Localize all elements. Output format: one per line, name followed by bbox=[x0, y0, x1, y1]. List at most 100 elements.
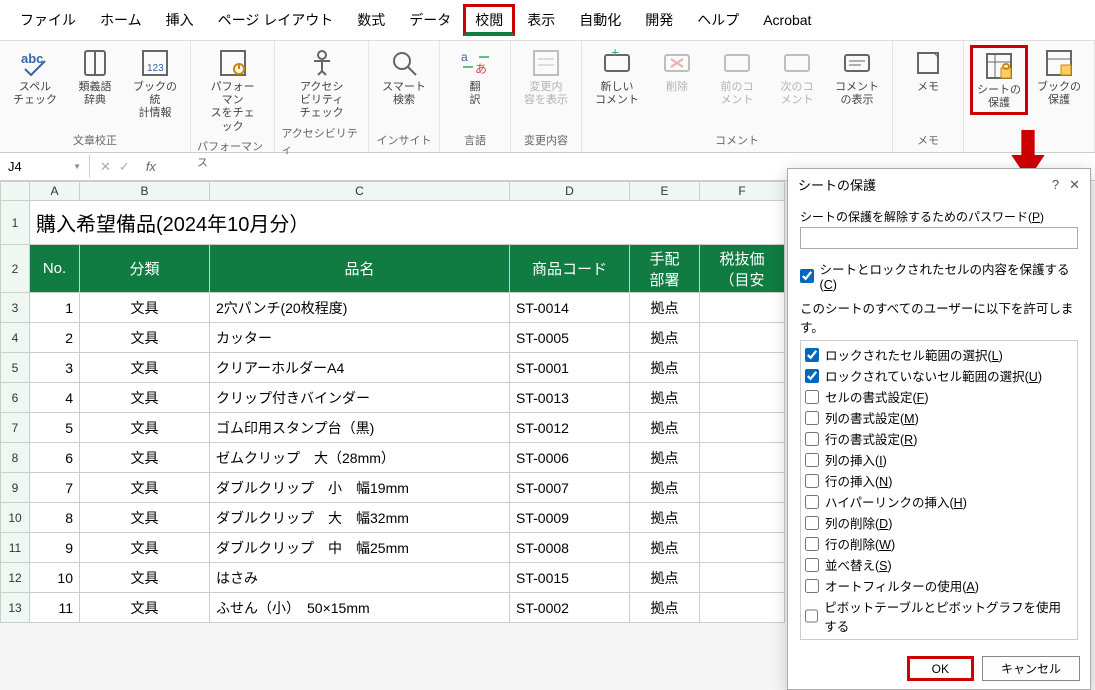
cell[interactable]: ST-0006 bbox=[510, 443, 630, 473]
row-header-2[interactable]: 2 bbox=[0, 245, 30, 293]
perm-checkbox[interactable] bbox=[805, 453, 819, 467]
cell[interactable] bbox=[700, 563, 785, 593]
row-header-13[interactable]: 13 bbox=[0, 593, 30, 623]
cell[interactable]: 文具 bbox=[80, 503, 210, 533]
perm-row[interactable]: 列の削除(D) bbox=[805, 513, 1073, 532]
cell[interactable]: 文具 bbox=[80, 353, 210, 383]
perm-checkbox[interactable] bbox=[805, 474, 819, 488]
ribbon-btn-memo[interactable]: メモ bbox=[899, 45, 957, 96]
table-header[interactable]: No. bbox=[30, 245, 80, 293]
cell[interactable]: 8 bbox=[30, 503, 80, 533]
perm-row[interactable]: ピボットテーブルとピボットグラフを使用する bbox=[805, 597, 1073, 635]
protect-contents-checkbox-row[interactable]: シートとロックされたセルの内容を保護する(C) bbox=[800, 259, 1078, 292]
dialog-close-icon[interactable]: ✕ bbox=[1069, 177, 1080, 193]
perm-row[interactable]: オートフィルターの使用(A) bbox=[805, 576, 1073, 595]
menu-データ[interactable]: データ bbox=[397, 4, 463, 36]
protect-contents-checkbox[interactable] bbox=[800, 269, 814, 283]
sheet-title-cell[interactable]: 購入希望備品(2024年10月分） bbox=[30, 201, 785, 245]
cell[interactable]: 10 bbox=[30, 563, 80, 593]
cell[interactable]: ゼムクリップ 大（28mm） bbox=[210, 443, 510, 473]
ribbon-btn-showc[interactable]: コメントの表示 bbox=[828, 45, 886, 109]
cell[interactable]: ST-0008 bbox=[510, 533, 630, 563]
ribbon-btn-trans[interactable]: aあ翻訳 bbox=[446, 45, 504, 109]
cell[interactable]: 拠点 bbox=[630, 503, 700, 533]
cell[interactable]: 文具 bbox=[80, 473, 210, 503]
row-header-9[interactable]: 9 bbox=[0, 473, 30, 503]
table-header[interactable]: 品名 bbox=[210, 245, 510, 293]
cell[interactable]: ST-0005 bbox=[510, 323, 630, 353]
perm-checkbox[interactable] bbox=[805, 495, 819, 509]
menu-自動化[interactable]: 自動化 bbox=[567, 4, 633, 36]
cell[interactable]: クリアーホルダーA4 bbox=[210, 353, 510, 383]
menu-Acrobat[interactable]: Acrobat bbox=[751, 6, 823, 34]
perm-checkbox[interactable] bbox=[805, 369, 819, 383]
cell[interactable] bbox=[700, 353, 785, 383]
ribbon-btn-protectb[interactable]: ブックの保護 bbox=[1030, 45, 1088, 109]
cell[interactable]: ふせん（小） 50×15mm bbox=[210, 593, 510, 623]
perm-row[interactable]: ロックされたセル範囲の選択(L) bbox=[805, 345, 1073, 364]
password-input[interactable] bbox=[800, 227, 1078, 249]
col-header-B[interactable]: B bbox=[80, 181, 210, 201]
cell[interactable]: ST-0012 bbox=[510, 413, 630, 443]
cell[interactable]: 拠点 bbox=[630, 443, 700, 473]
perm-checkbox[interactable] bbox=[805, 537, 819, 551]
cell[interactable]: 拠点 bbox=[630, 353, 700, 383]
select-all-corner[interactable] bbox=[0, 181, 30, 201]
cell[interactable]: 文具 bbox=[80, 383, 210, 413]
perm-checkbox[interactable] bbox=[805, 432, 819, 446]
ribbon-btn-protect[interactable]: シートの保護 bbox=[970, 45, 1028, 115]
menu-開発[interactable]: 開発 bbox=[633, 4, 685, 36]
col-header-E[interactable]: E bbox=[630, 181, 700, 201]
cell[interactable]: ST-0015 bbox=[510, 563, 630, 593]
cell[interactable]: ダブルクリップ 大 幅32mm bbox=[210, 503, 510, 533]
cancel-button[interactable]: キャンセル bbox=[982, 656, 1080, 681]
row-header-6[interactable]: 6 bbox=[0, 383, 30, 413]
ribbon-btn-perf[interactable]: パフォーマンスをチェック bbox=[204, 45, 262, 136]
ribbon-btn-newc[interactable]: +新しいコメント bbox=[588, 45, 646, 109]
row-header-1[interactable]: 1 bbox=[0, 201, 30, 245]
cell[interactable]: 2 bbox=[30, 323, 80, 353]
perm-row[interactable]: 行の削除(W) bbox=[805, 534, 1073, 553]
table-header[interactable]: 分類 bbox=[80, 245, 210, 293]
perm-checkbox[interactable] bbox=[805, 609, 818, 623]
fx-icon[interactable]: fx bbox=[140, 159, 162, 174]
cell[interactable] bbox=[700, 383, 785, 413]
menu-挿入[interactable]: 挿入 bbox=[154, 4, 206, 36]
cell[interactable]: 拠点 bbox=[630, 383, 700, 413]
cell[interactable]: 文具 bbox=[80, 413, 210, 443]
perm-checkbox[interactable] bbox=[805, 579, 819, 593]
perm-checkbox[interactable] bbox=[805, 558, 819, 572]
cell[interactable] bbox=[700, 533, 785, 563]
grid[interactable]: 購入希望備品(2024年10月分）No.分類品名商品コード手配部署税抜価（目安1… bbox=[30, 201, 785, 623]
cell[interactable]: 拠点 bbox=[630, 593, 700, 623]
cell[interactable]: 拠点 bbox=[630, 413, 700, 443]
menu-ファイル[interactable]: ファイル bbox=[8, 4, 88, 36]
row-header-8[interactable]: 8 bbox=[0, 443, 30, 473]
perm-checkbox[interactable] bbox=[805, 516, 819, 530]
perm-row[interactable]: 列の挿入(I) bbox=[805, 450, 1073, 469]
cell[interactable] bbox=[700, 473, 785, 503]
cell[interactable] bbox=[700, 503, 785, 533]
table-header[interactable]: 税抜価（目安 bbox=[700, 245, 785, 293]
row-header-7[interactable]: 7 bbox=[0, 413, 30, 443]
ribbon-btn-a11y[interactable]: アクセシビリティチェック bbox=[293, 45, 351, 123]
name-box[interactable]: J4 ▼ bbox=[0, 155, 90, 178]
col-header-D[interactable]: D bbox=[510, 181, 630, 201]
cell[interactable] bbox=[700, 593, 785, 623]
cell[interactable]: 文具 bbox=[80, 323, 210, 353]
row-header-10[interactable]: 10 bbox=[0, 503, 30, 533]
cell[interactable]: 文具 bbox=[80, 293, 210, 323]
perm-row[interactable]: ハイパーリンクの挿入(H) bbox=[805, 492, 1073, 511]
col-header-F[interactable]: F bbox=[700, 181, 785, 201]
name-box-dropdown-icon[interactable]: ▼ bbox=[73, 162, 81, 171]
cell[interactable]: ST-0009 bbox=[510, 503, 630, 533]
perm-row[interactable]: 行の書式設定(R) bbox=[805, 429, 1073, 448]
cell[interactable]: 文具 bbox=[80, 593, 210, 623]
col-header-A[interactable]: A bbox=[30, 181, 80, 201]
cell[interactable]: ST-0014 bbox=[510, 293, 630, 323]
cell[interactable]: 7 bbox=[30, 473, 80, 503]
row-header-5[interactable]: 5 bbox=[0, 353, 30, 383]
cell[interactable] bbox=[700, 323, 785, 353]
cell[interactable]: ST-0002 bbox=[510, 593, 630, 623]
perm-row[interactable]: 列の書式設定(M) bbox=[805, 408, 1073, 427]
